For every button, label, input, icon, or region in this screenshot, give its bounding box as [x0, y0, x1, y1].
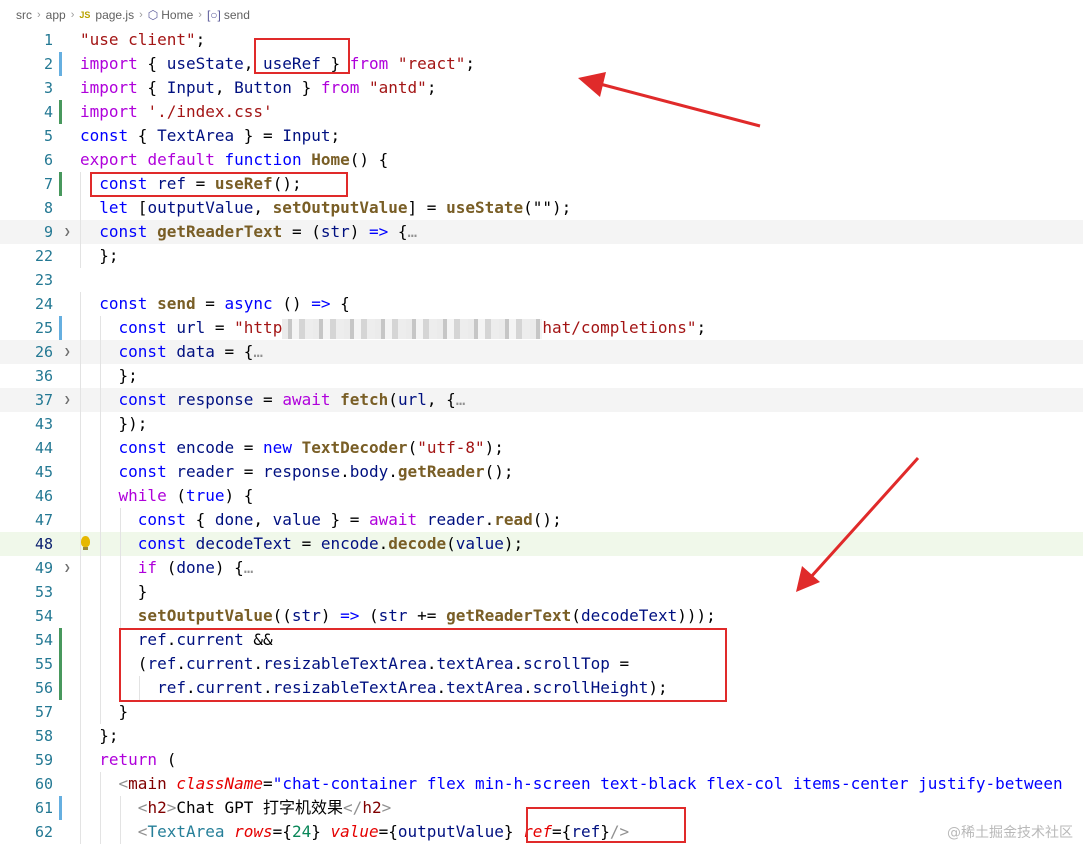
annotation-arrowhead-top	[578, 72, 606, 97]
annotation-arrows	[578, 72, 920, 592]
annotation-arrow-bottom	[808, 456, 920, 580]
annotation-arrow-top	[599, 82, 761, 128]
watermark: @稀土掘金技术社区	[947, 825, 1073, 841]
